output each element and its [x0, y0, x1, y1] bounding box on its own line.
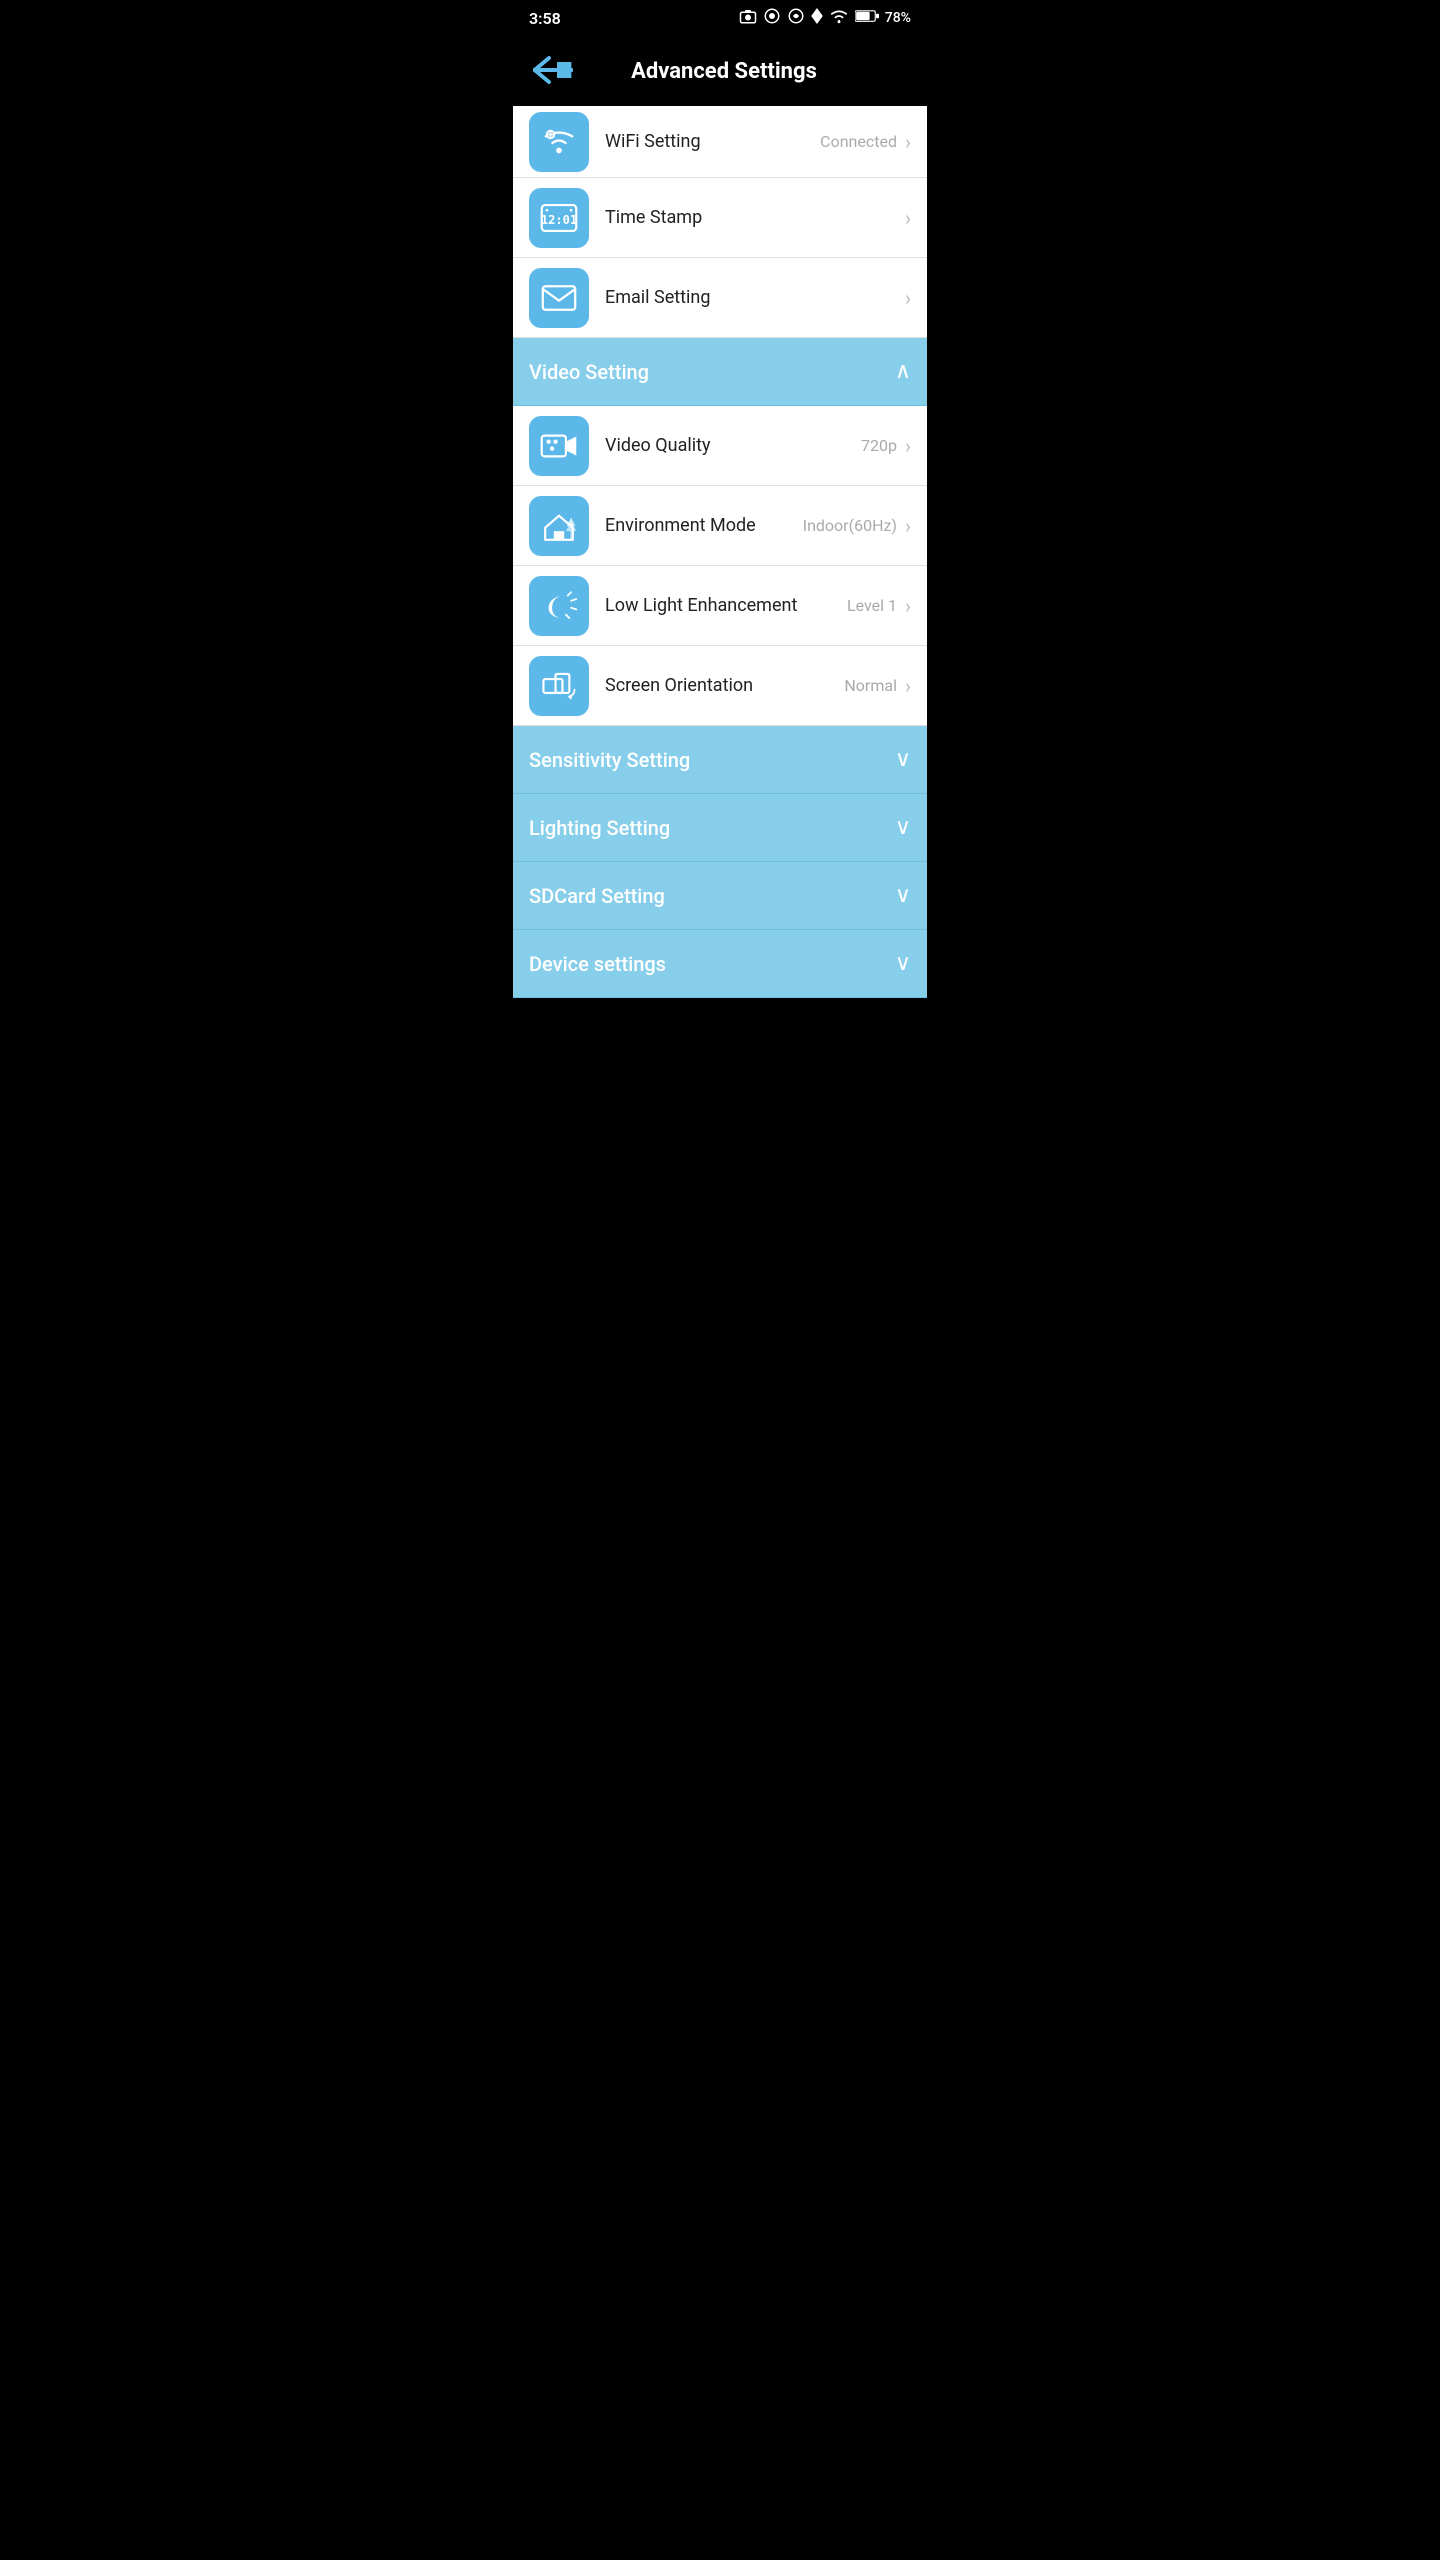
- wifi-setting-value: Connected: [820, 132, 897, 151]
- content-area: WiFi Setting Connected › 12:01 Time Stam…: [513, 106, 927, 998]
- sensitivity-setting-section-header[interactable]: Sensitivity Setting ∨: [513, 726, 927, 794]
- wifi-setting-label: WiFi Setting: [605, 131, 820, 152]
- low-light-chevron-icon: ›: [905, 594, 911, 618]
- wifi-icon: [829, 8, 849, 28]
- screen-orientation-value: Normal: [844, 676, 897, 695]
- svg-text:12:01: 12:01: [541, 213, 577, 227]
- video-quality-label: Video Quality: [605, 435, 861, 456]
- video-setting-section-header[interactable]: Video Setting ∧: [513, 338, 927, 406]
- photo-icon: [739, 8, 757, 28]
- video-setting-section-label: Video Setting: [529, 360, 649, 384]
- lighting-setting-label: Lighting Setting: [529, 816, 670, 840]
- screen-orientation-label: Screen Orientation: [605, 675, 844, 696]
- environment-mode-icon: [529, 496, 589, 556]
- time-stamp-icon: 12:01: [529, 188, 589, 248]
- environment-mode-label: Environment Mode: [605, 515, 803, 536]
- sdcard-setting-section-header[interactable]: SDCard Setting ∨: [513, 862, 927, 930]
- low-light-label: Low Light Enhancement: [605, 595, 847, 616]
- battery-icon: [855, 9, 879, 27]
- time-stamp-chevron-icon: ›: [905, 206, 911, 230]
- device-settings-section-header[interactable]: Device settings ∨: [513, 930, 927, 998]
- low-light-value: Level 1: [847, 596, 897, 615]
- sensitivity-setting-chevron-icon: ∨: [895, 747, 911, 772]
- environment-mode-value: Indoor(60Hz): [803, 516, 897, 535]
- list-item-wifi[interactable]: WiFi Setting Connected ›: [513, 106, 927, 178]
- back-button[interactable]: [529, 48, 577, 95]
- screen-orientation-icon: [529, 656, 589, 716]
- video-quality-chevron-icon: ›: [905, 434, 911, 458]
- list-item-environment-mode[interactable]: Environment Mode Indoor(60Hz) ›: [513, 486, 927, 566]
- circle-icon-2: [787, 7, 805, 29]
- environment-mode-chevron-icon: ›: [905, 514, 911, 538]
- time-stamp-label: Time Stamp: [605, 207, 897, 228]
- status-time: 3:58: [529, 9, 561, 28]
- lighting-setting-chevron-icon: ∨: [895, 815, 911, 840]
- email-setting-label: Email Setting: [605, 287, 897, 308]
- video-setting-chevron-up-icon: ∧: [895, 359, 911, 384]
- status-bar: 3:58: [513, 0, 927, 36]
- wifi-setting-icon: [529, 112, 589, 172]
- video-quality-value: 720p: [861, 436, 897, 455]
- sdcard-setting-label: SDCard Setting: [529, 884, 665, 908]
- status-icons: 78%: [739, 7, 911, 29]
- list-item-screen-orientation[interactable]: Screen Orientation Normal ›: [513, 646, 927, 726]
- email-setting-chevron-icon: ›: [905, 286, 911, 310]
- sdcard-setting-chevron-icon: ∨: [895, 883, 911, 908]
- video-quality-icon: [529, 416, 589, 476]
- sensitivity-setting-label: Sensitivity Setting: [529, 748, 690, 772]
- device-settings-chevron-icon: ∨: [895, 951, 911, 976]
- email-setting-icon: [529, 268, 589, 328]
- battery-percent: 78%: [885, 10, 911, 26]
- list-item-video-quality[interactable]: Video Quality 720p ›: [513, 406, 927, 486]
- diamond-icon: [811, 8, 823, 28]
- list-item-email-setting[interactable]: Email Setting ›: [513, 258, 927, 338]
- low-light-icon: [529, 576, 589, 636]
- wifi-chevron-icon: ›: [905, 130, 911, 154]
- list-item-time-stamp[interactable]: 12:01 Time Stamp ›: [513, 178, 927, 258]
- device-settings-label: Device settings: [529, 952, 666, 976]
- header: Advanced Settings: [513, 36, 927, 106]
- circle-icon-1: [763, 7, 781, 29]
- list-item-low-light[interactable]: Low Light Enhancement Level 1 ›: [513, 566, 927, 646]
- page-title: Advanced Settings: [589, 59, 859, 84]
- screen-orientation-chevron-icon: ›: [905, 674, 911, 698]
- lighting-setting-section-header[interactable]: Lighting Setting ∨: [513, 794, 927, 862]
